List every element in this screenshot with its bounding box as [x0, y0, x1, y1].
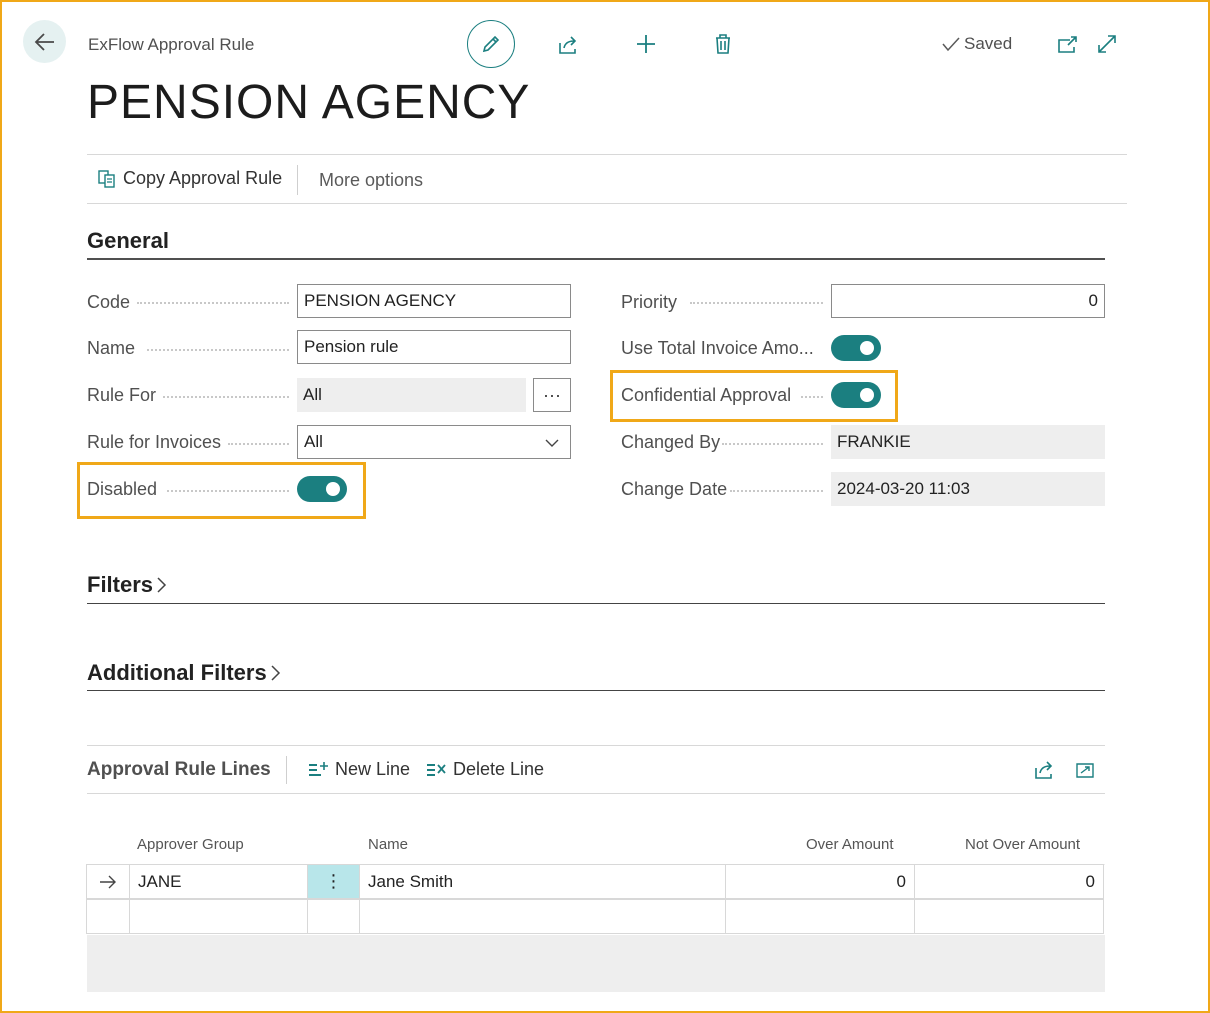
- changed-by-label: Changed By: [621, 432, 721, 452]
- delete-line-icon: [427, 763, 446, 776]
- copy-approval-rule-button[interactable]: Copy Approval Rule: [97, 168, 282, 189]
- filters-section-title[interactable]: Filters: [87, 572, 167, 598]
- copy-approval-rule-label: Copy Approval Rule: [123, 168, 283, 188]
- lines-separator: [286, 756, 287, 784]
- column-header-not-over-amount[interactable]: Not Over Amount: [965, 836, 1080, 853]
- changed-by-field: FRANKIE: [831, 425, 1105, 459]
- additional-filters-label: Additional Filters: [87, 660, 267, 685]
- row-indicator: [86, 864, 130, 899]
- delete-button[interactable]: [710, 31, 736, 57]
- rule-for-invoices-label: Rule for Invoices: [87, 432, 222, 452]
- pencil-icon: [482, 35, 500, 53]
- code-field[interactable]: PENSION AGENCY: [297, 284, 571, 318]
- use-total-invoice-amount-label: Use Total Invoice Amo...: [621, 338, 814, 358]
- action-separator: [297, 165, 298, 195]
- approver-group-cell[interactable]: JANE: [129, 864, 308, 899]
- table-row[interactable]: [86, 899, 1105, 935]
- name-label: Name: [87, 338, 136, 358]
- change-date-label: Change Date: [621, 479, 728, 499]
- leader-dots: [228, 443, 289, 445]
- column-header-name[interactable]: Name: [368, 836, 408, 853]
- table-row[interactable]: JANE ⋮ Jane Smith 0 0: [86, 864, 1105, 900]
- over-amount-cell[interactable]: 0: [725, 864, 915, 899]
- rule-for-field[interactable]: All: [297, 378, 526, 412]
- chevron-down-icon: [545, 439, 559, 447]
- open-in-new-window-icon: [1058, 36, 1077, 53]
- new-line-button[interactable]: New Line: [307, 759, 410, 780]
- additional-filters-divider: [87, 690, 1105, 691]
- new-line-icon: [309, 761, 328, 776]
- action-bar: Copy Approval Rule More options: [87, 154, 1127, 204]
- leader-dots: [147, 349, 289, 351]
- new-button[interactable]: [633, 31, 659, 57]
- change-date-field: 2024-03-20 11:03: [831, 472, 1105, 506]
- use-total-invoice-amount-toggle[interactable]: [831, 335, 881, 361]
- additional-filters-section-title[interactable]: Additional Filters: [87, 660, 281, 686]
- leader-dots: [690, 302, 823, 304]
- leader-dots: [163, 396, 289, 398]
- name-cell[interactable]: Jane Smith: [359, 864, 726, 899]
- general-divider: [87, 258, 1105, 260]
- new-line-label: New Line: [335, 759, 411, 779]
- toggle-knob: [860, 341, 874, 355]
- back-button[interactable]: [23, 20, 66, 63]
- row-indicator: [86, 899, 130, 934]
- filters-label: Filters: [87, 572, 154, 597]
- chevron-right-icon: [271, 665, 280, 681]
- general-section-title[interactable]: General: [87, 228, 169, 254]
- trash-icon: [716, 34, 730, 54]
- row-menu-cell: [307, 899, 360, 934]
- leader-dots: [137, 302, 289, 304]
- lines-bottom-divider: [87, 793, 1105, 794]
- delete-line-label: Delete Line: [453, 759, 545, 779]
- ellipsis-icon: ···: [543, 384, 561, 405]
- priority-label: Priority: [621, 292, 678, 312]
- breadcrumb: ExFlow Approval Rule: [88, 35, 255, 54]
- lines-expand-button[interactable]: [1072, 757, 1098, 783]
- rule-for-invoices-value: All: [304, 432, 323, 451]
- filters-divider: [87, 603, 1105, 604]
- lines-top-divider: [87, 745, 1105, 746]
- name-cell[interactable]: [359, 899, 726, 934]
- priority-field[interactable]: 0: [831, 284, 1105, 318]
- share-button[interactable]: [555, 32, 581, 58]
- open-new-window-button[interactable]: [1054, 32, 1080, 58]
- arrow-left-icon: [34, 32, 54, 51]
- highlight-box: [77, 462, 366, 519]
- name-field[interactable]: Pension rule: [297, 330, 571, 364]
- code-label: Code: [87, 292, 131, 312]
- column-header-over-amount[interactable]: Over Amount: [806, 836, 894, 853]
- approver-group-cell[interactable]: [129, 899, 308, 934]
- more-options-button[interactable]: More options: [319, 170, 423, 191]
- rule-for-label: Rule For: [87, 385, 157, 405]
- arrow-right-icon: [100, 875, 116, 888]
- rule-for-invoices-select[interactable]: All: [297, 425, 571, 459]
- over-amount-cell[interactable]: [725, 899, 915, 934]
- rule-for-lookup-button[interactable]: ···: [533, 378, 571, 412]
- edit-button[interactable]: [467, 20, 515, 68]
- saved-label: Saved: [964, 34, 1013, 53]
- leader-dots: [730, 490, 823, 492]
- leader-dots: [722, 443, 823, 445]
- chevron-right-icon: [157, 577, 167, 593]
- share-icon: [1035, 761, 1053, 779]
- page-title: PENSION AGENCY: [87, 76, 531, 129]
- share-icon: [559, 36, 577, 54]
- highlight-box: [610, 370, 898, 422]
- vertical-ellipsis-icon: ⋮: [324, 871, 343, 891]
- not-over-amount-cell[interactable]: 0: [914, 864, 1104, 899]
- plus-icon: [637, 35, 655, 53]
- not-over-amount-cell[interactable]: [914, 899, 1104, 934]
- expand-button[interactable]: [1094, 31, 1120, 57]
- expand-icon: [1098, 35, 1116, 53]
- check-icon: [942, 37, 960, 52]
- column-header-approver-group[interactable]: Approver Group: [137, 836, 244, 853]
- saved-status: Saved: [941, 34, 1012, 54]
- delete-line-button[interactable]: Delete Line: [425, 759, 544, 780]
- expand-icon: [1076, 763, 1094, 778]
- row-menu-button[interactable]: ⋮: [307, 864, 360, 899]
- copy-icon: [98, 169, 115, 188]
- approval-rule-lines-title[interactable]: Approval Rule Lines: [87, 759, 271, 781]
- lines-share-button[interactable]: [1031, 757, 1057, 783]
